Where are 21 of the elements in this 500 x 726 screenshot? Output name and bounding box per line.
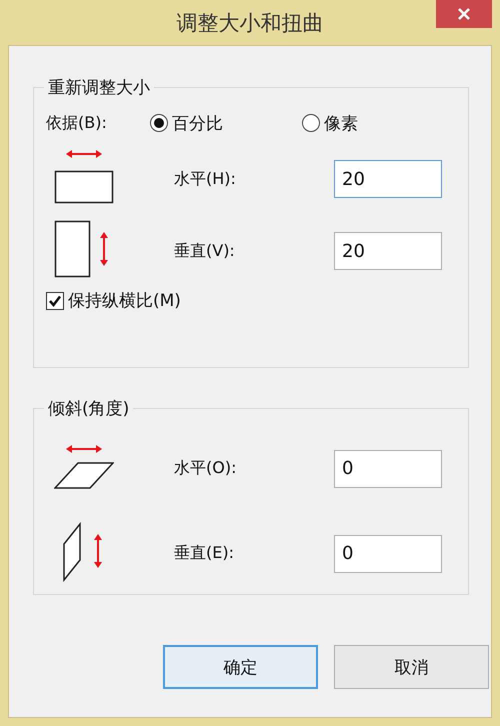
dialog-button[interactable]: 确定 [163, 645, 318, 689]
number-field[interactable]: 0 [334, 450, 442, 488]
radio-option[interactable]: 百分比 [150, 112, 302, 134]
by-label: 依据(B): [46, 112, 108, 134]
skew-horizontal-icon [54, 444, 114, 490]
field-label: 垂直(E): [174, 543, 235, 564]
field-label: 水平(H): [174, 168, 237, 190]
resize-width-icon [54, 149, 114, 205]
field-label: 水平(O): [174, 458, 238, 479]
field-label: 垂直(V): [174, 240, 236, 262]
number-field[interactable]: 20 [334, 232, 442, 270]
keep-ratio-checkbox[interactable]: 保持纵横比(M) [46, 289, 181, 312]
window-title: 调整大小和扭曲 [176, 10, 324, 36]
group-title: 重新调整大小 [47, 77, 151, 99]
number-field[interactable]: 20 [334, 160, 442, 198]
close-icon [457, 7, 471, 21]
radio-option[interactable]: 像素 [302, 112, 454, 134]
close-button[interactable] [436, 0, 492, 28]
dialog-button[interactable]: 取消 [334, 645, 489, 689]
number-field[interactable]: 0 [334, 534, 442, 572]
group-title: 倾斜(角度) [47, 398, 130, 420]
